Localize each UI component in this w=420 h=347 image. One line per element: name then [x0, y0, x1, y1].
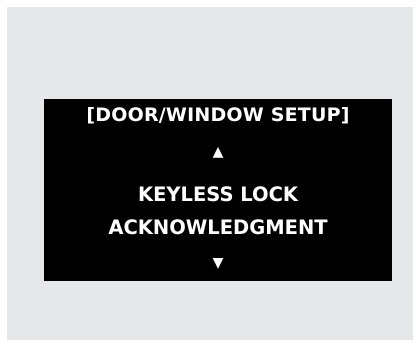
menu-item-line-2[interactable]: ACKNOWLEDGMENT [44, 216, 392, 240]
menu-title: [DOOR/WINDOW SETUP] [86, 104, 350, 126]
display-screen: [DOOR/WINDOW SETUP] ▲ KEYLESS LOCK ACKNO… [44, 99, 392, 281]
panel-frame: [DOOR/WINDOW SETUP] ▲ KEYLESS LOCK ACKNO… [7, 7, 413, 340]
menu-item-line-1[interactable]: KEYLESS LOCK [44, 183, 392, 207]
up-triangle-icon[interactable]: ▲ [44, 144, 392, 160]
down-triangle-icon[interactable]: ▼ [44, 255, 392, 271]
